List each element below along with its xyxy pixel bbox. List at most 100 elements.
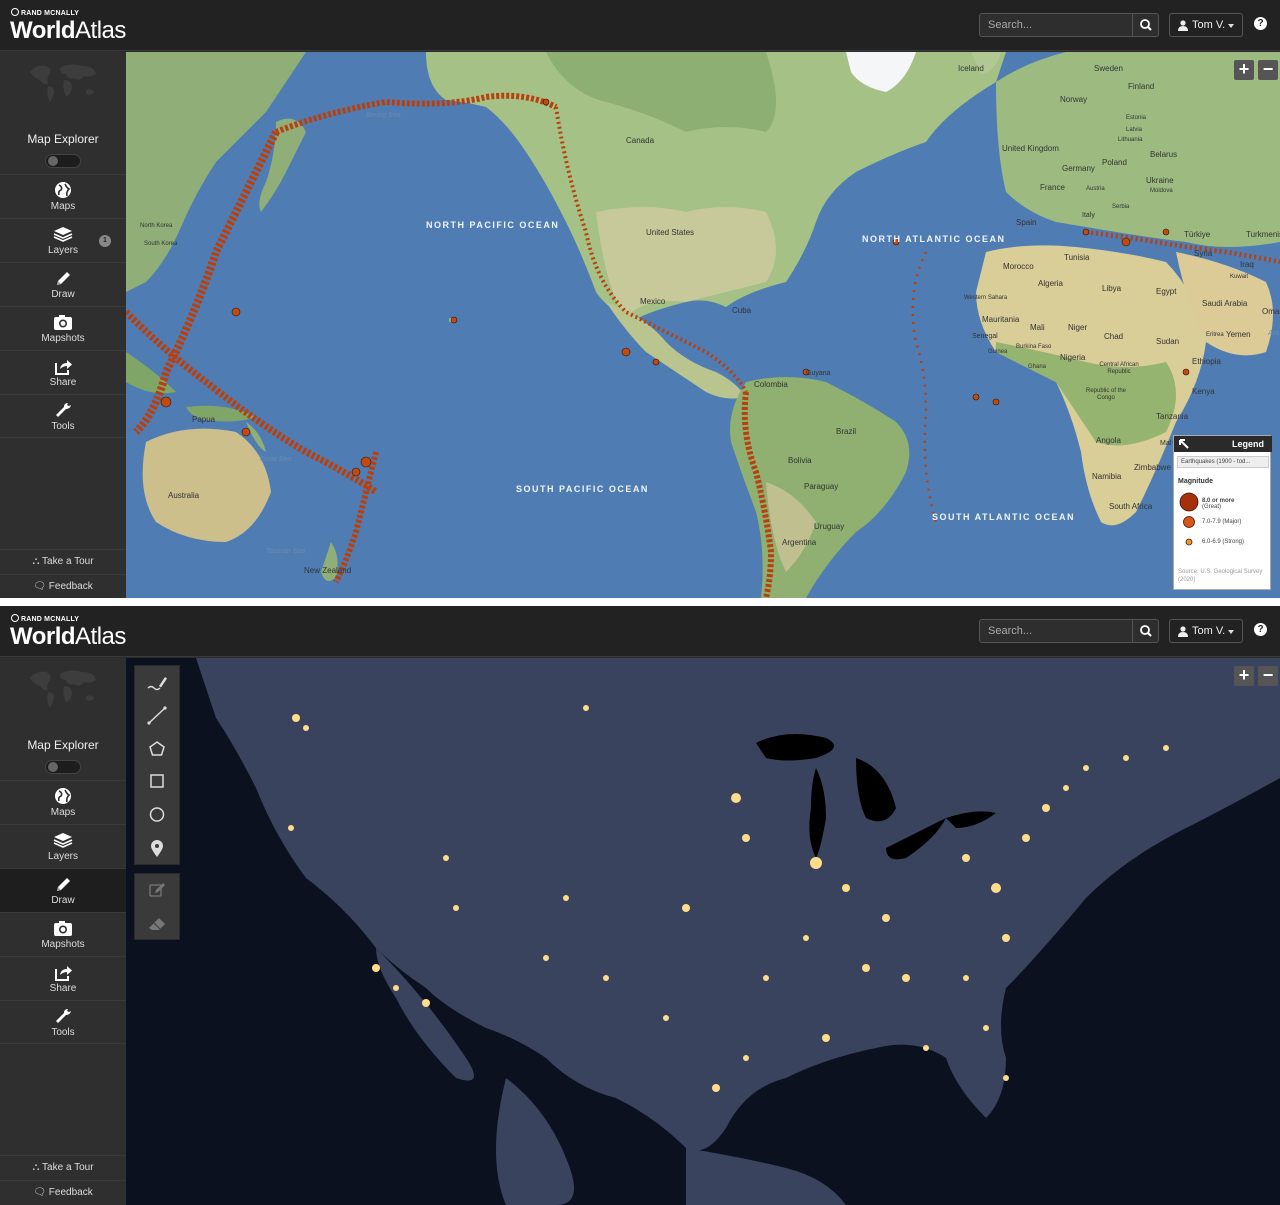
legend-header[interactable]: Legend xyxy=(1174,436,1272,452)
marker-tool-button[interactable] xyxy=(135,831,179,864)
map-explorer-toggle[interactable] xyxy=(45,154,81,168)
label-angola: Angola xyxy=(1096,436,1121,445)
label-bolivia: Bolivia xyxy=(788,456,812,465)
circle-tool-button[interactable] xyxy=(135,798,179,831)
night-lights-map[interactable]: + − xyxy=(126,658,1280,1205)
brand-logo-icon xyxy=(11,8,19,16)
take-a-tour-label: Take a Tour xyxy=(42,1162,94,1173)
label-republic-of-congo: Republic of the Congo xyxy=(1085,388,1127,401)
sidebar-item-maps[interactable]: Maps xyxy=(0,174,126,218)
label-senegal: Senegal xyxy=(972,333,998,340)
feedback-button[interactable]: 🗨 Feedback xyxy=(0,1180,126,1204)
sidebar-item-mapshots[interactable]: Mapshots xyxy=(0,912,126,956)
freehand-tool-button[interactable] xyxy=(135,666,179,699)
label-saudi-arabia: Saudi Arabia xyxy=(1202,299,1248,308)
map-explorer-toggle[interactable] xyxy=(45,760,81,774)
brand-rand-mcnally: RAND MCNALLY xyxy=(11,614,79,623)
take-a-tour-button[interactable]: ⛬ Take a Tour xyxy=(0,1155,126,1179)
sidebar: Map Explorer Maps Layers 1 Draw Mapshots… xyxy=(0,52,126,598)
sidebar-item-layers[interactable]: Layers 1 xyxy=(0,218,126,262)
help-button[interactable]: ? xyxy=(1254,623,1267,636)
legend-layer-select[interactable]: Earthquakes (1900 - tod... xyxy=(1177,456,1269,468)
label-ghana: Ghana xyxy=(1028,364,1047,370)
search-icon xyxy=(1140,19,1152,31)
wrench-icon xyxy=(56,403,71,417)
sidebar-item-share[interactable]: Share xyxy=(0,956,126,1000)
rectangle-tool-button[interactable] xyxy=(135,765,179,798)
legend-symbol-major xyxy=(1183,516,1195,528)
feedback-button[interactable]: 🗨 Feedback xyxy=(0,574,126,598)
label-lithuania: Lithuania xyxy=(1118,137,1143,143)
label-france: France xyxy=(1040,183,1065,192)
sidebar-item-label: Maps xyxy=(50,201,76,212)
label-guinea: Guinea xyxy=(988,349,1008,355)
label-united-kingdom: United Kingdom xyxy=(1002,144,1059,153)
label-brazil: Brazil xyxy=(836,427,857,436)
sidebar-item-mapshots[interactable]: Mapshots xyxy=(0,306,126,350)
label-iraq: Iraq xyxy=(1240,260,1254,269)
earthquake-map[interactable]: Bering Sea NORTH PACIFIC OCEAN NORTH ATL… xyxy=(126,52,1280,598)
search-button[interactable] xyxy=(1132,14,1158,36)
sidebar-item-share[interactable]: Share xyxy=(0,350,126,394)
label-burkina-faso: Burkina Faso xyxy=(1016,344,1052,350)
label-western-sahara: Western Sahara xyxy=(964,295,1008,301)
brand-rand-mcnally: RAND MCNALLY xyxy=(11,8,79,17)
help-button[interactable]: ? xyxy=(1254,17,1267,30)
comments-icon: 🗨 xyxy=(33,581,49,592)
rectangle-icon xyxy=(150,774,164,788)
label-niger: Niger xyxy=(1068,323,1088,332)
sidebar-item-draw[interactable]: Draw xyxy=(0,262,126,306)
brand-small-text: RAND MCNALLY xyxy=(21,10,80,17)
sidebar-item-layers[interactable]: Layers xyxy=(0,824,126,868)
layers-count-badge: 1 xyxy=(99,235,111,247)
take-a-tour-button[interactable]: ⛬ Take a Tour xyxy=(0,549,126,573)
legend-subtitle: Magnitude xyxy=(1178,478,1213,485)
map-explorer-label: Map Explorer xyxy=(27,132,99,146)
edit-tool-button[interactable] xyxy=(135,874,179,907)
app-logo[interactable]: WorldAtlas xyxy=(10,17,126,45)
brand-atlas-text: Atlas xyxy=(75,623,126,650)
sidebar-item-tools[interactable]: Tools xyxy=(0,394,126,438)
search-input[interactable] xyxy=(980,14,1132,36)
label-bering-sea: Bering Sea xyxy=(366,112,401,119)
label-latvia: Latvia xyxy=(1126,127,1143,133)
brand-small-text: RAND MCNALLY xyxy=(21,616,80,623)
zoom-in-button[interactable]: + xyxy=(1234,60,1254,80)
legend-panel: Legend Earthquakes (1900 - tod... Magnit… xyxy=(1173,435,1272,590)
sidebar-item-maps[interactable]: Maps xyxy=(0,780,126,824)
camera-icon xyxy=(54,315,72,330)
label-mali: Mali xyxy=(1030,323,1045,332)
sidebar-item-draw[interactable]: Draw xyxy=(0,868,126,912)
label-turkmenistan: Turkmenis xyxy=(1246,230,1280,239)
label-serbia: Serbia xyxy=(1112,204,1130,210)
eraser-tool-button[interactable] xyxy=(135,907,179,940)
sidebar-item-label: Mapshots xyxy=(41,333,85,344)
user-menu-button[interactable]: Tom V. xyxy=(1169,619,1243,643)
label-malawi: Mal xyxy=(1160,440,1172,447)
user-menu-button[interactable]: Tom V. xyxy=(1169,13,1243,37)
user-name: Tom V. xyxy=(1192,19,1226,31)
label-argentina: Argentina xyxy=(782,538,817,547)
label-turkey: Türkiye xyxy=(1184,230,1211,239)
label-tanzania: Tanzania xyxy=(1156,412,1189,421)
app-logo[interactable]: WorldAtlas xyxy=(10,623,126,651)
sitemap-icon: ⛬ xyxy=(32,556,43,567)
label-mauritania: Mauritania xyxy=(982,315,1020,324)
search-input[interactable] xyxy=(980,620,1132,642)
zoom-out-button[interactable]: − xyxy=(1258,60,1278,80)
app-header: RAND MCNALLY WorldAtlas Tom V. ? xyxy=(0,0,1280,51)
zoom-in-button[interactable]: + xyxy=(1234,666,1254,686)
label-austria: Austria xyxy=(1086,186,1105,192)
polygon-tool-button[interactable] xyxy=(135,732,179,765)
zoom-out-button[interactable]: − xyxy=(1258,666,1278,686)
label-guyana: Guyana xyxy=(806,370,831,377)
sidebar-item-label: Tools xyxy=(51,1027,75,1038)
label-south-korea: South Korea xyxy=(144,241,178,247)
sidebar-item-tools[interactable]: Tools xyxy=(0,1000,126,1044)
pencil-icon xyxy=(57,878,70,891)
line-tool-button[interactable] xyxy=(135,699,179,732)
search-button[interactable] xyxy=(1132,620,1158,642)
toggle-knob xyxy=(48,156,58,166)
label-nigeria: Nigeria xyxy=(1060,353,1086,362)
legend-symbol-great xyxy=(1179,492,1199,512)
